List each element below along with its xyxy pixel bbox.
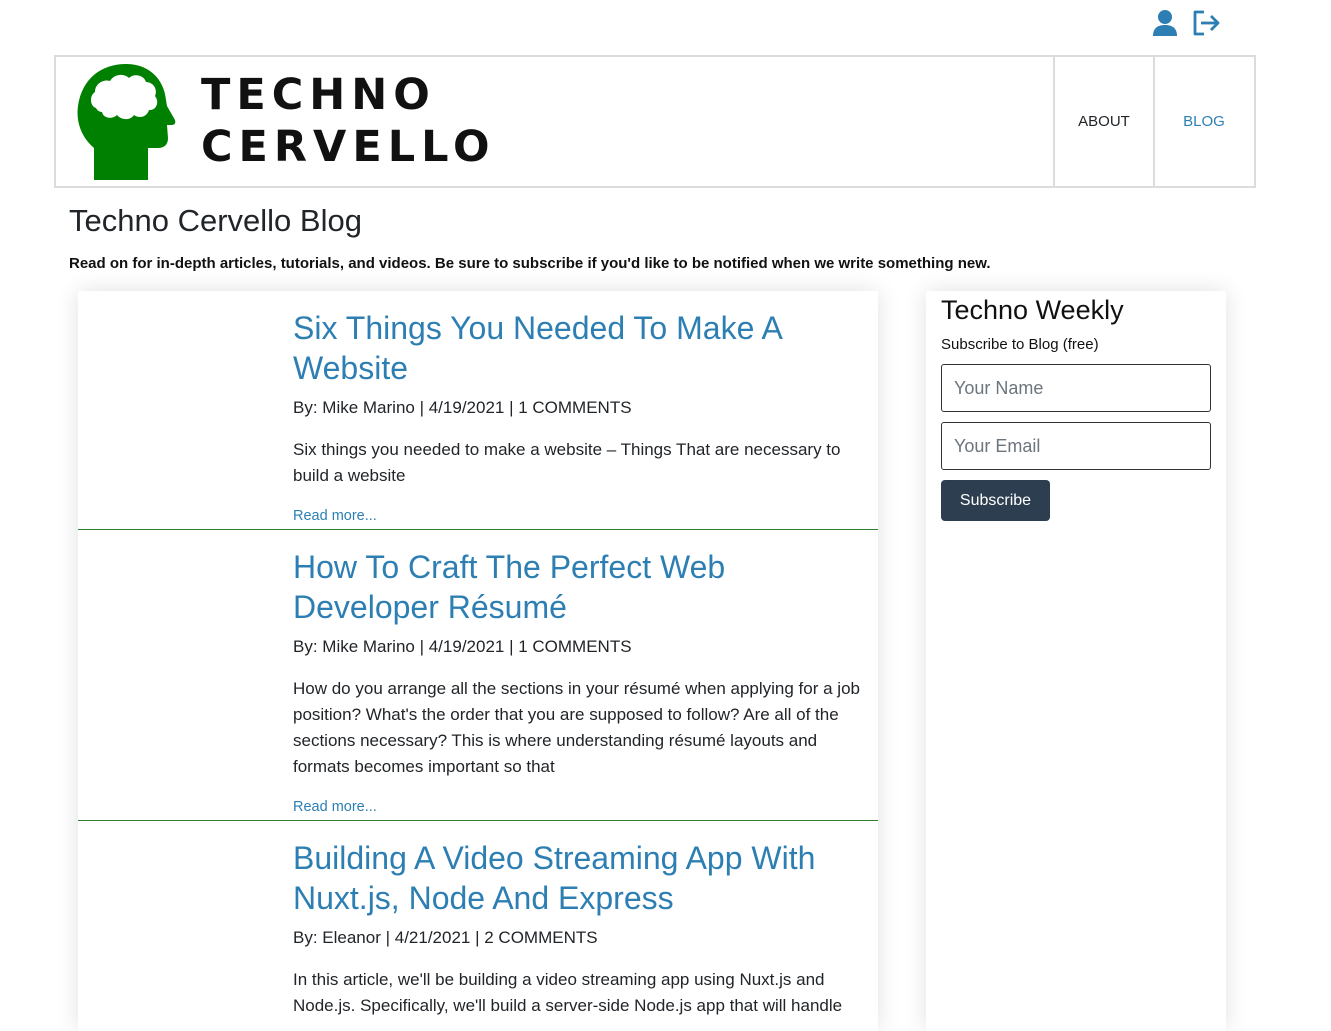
sidebar-subtitle: Subscribe to Blog (free) bbox=[941, 336, 1099, 353]
top-icons bbox=[1150, 8, 1220, 38]
subscribe-button[interactable]: Subscribe bbox=[941, 480, 1050, 521]
user-icon[interactable] bbox=[1150, 8, 1180, 38]
post-card: How To Craft The Perfect Web Developer R… bbox=[78, 530, 878, 821]
post-meta: By: Eleanor | 4/21/2021 | 2 COMMENTS bbox=[293, 928, 598, 947]
logo-line-1: TECHNO bbox=[201, 70, 436, 120]
post-title-link[interactable]: Building A Video Streaming App With Nuxt… bbox=[293, 838, 863, 918]
post-title-link[interactable]: Six Things You Needed To Make A Website bbox=[293, 308, 863, 388]
logo-wordmark: TECHNO CERVELLO bbox=[201, 69, 496, 173]
post-excerpt: How do you arrange all the sections in y… bbox=[293, 679, 860, 776]
post-meta: By: Mike Marino | 4/19/2021 | 1 COMMENTS bbox=[293, 637, 632, 656]
page-subtitle: Read on for in-depth articles, tutorials… bbox=[69, 255, 991, 272]
main-navbar: TECHNO CERVELLO ABOUT BLOG bbox=[54, 55, 1256, 188]
sidebar-title: Techno Weekly bbox=[941, 295, 1124, 325]
posts-list: Six Things You Needed To Make A Website … bbox=[78, 291, 878, 1031]
post-meta: By: Mike Marino | 4/19/2021 | 1 COMMENTS bbox=[293, 398, 632, 417]
brain-head-logo-icon[interactable] bbox=[76, 62, 176, 180]
post-title-link[interactable]: How To Craft The Perfect Web Developer R… bbox=[293, 547, 863, 627]
nav-blog-link[interactable]: BLOG bbox=[1153, 57, 1253, 186]
post-excerpt: Six things you needed to make a website … bbox=[293, 440, 841, 485]
email-input[interactable] bbox=[941, 422, 1211, 470]
post-excerpt: In this article, we'll be building a vid… bbox=[293, 970, 843, 1015]
read-more-link[interactable]: Read more... bbox=[293, 799, 377, 815]
logo-line-2: CERVELLO bbox=[201, 122, 496, 172]
name-input[interactable] bbox=[941, 364, 1211, 412]
page-title: Techno Cervello Blog bbox=[69, 203, 362, 238]
logout-icon[interactable] bbox=[1190, 8, 1220, 38]
nav-about-link[interactable]: ABOUT bbox=[1053, 57, 1153, 186]
read-more-link[interactable]: Read more... bbox=[293, 508, 377, 524]
newsletter-sidebar: Techno Weekly Subscribe to Blog (free) S… bbox=[926, 291, 1226, 1031]
post-card: Six Things You Needed To Make A Website … bbox=[78, 291, 878, 530]
post-card: Building A Video Streaming App With Nuxt… bbox=[78, 821, 878, 1031]
